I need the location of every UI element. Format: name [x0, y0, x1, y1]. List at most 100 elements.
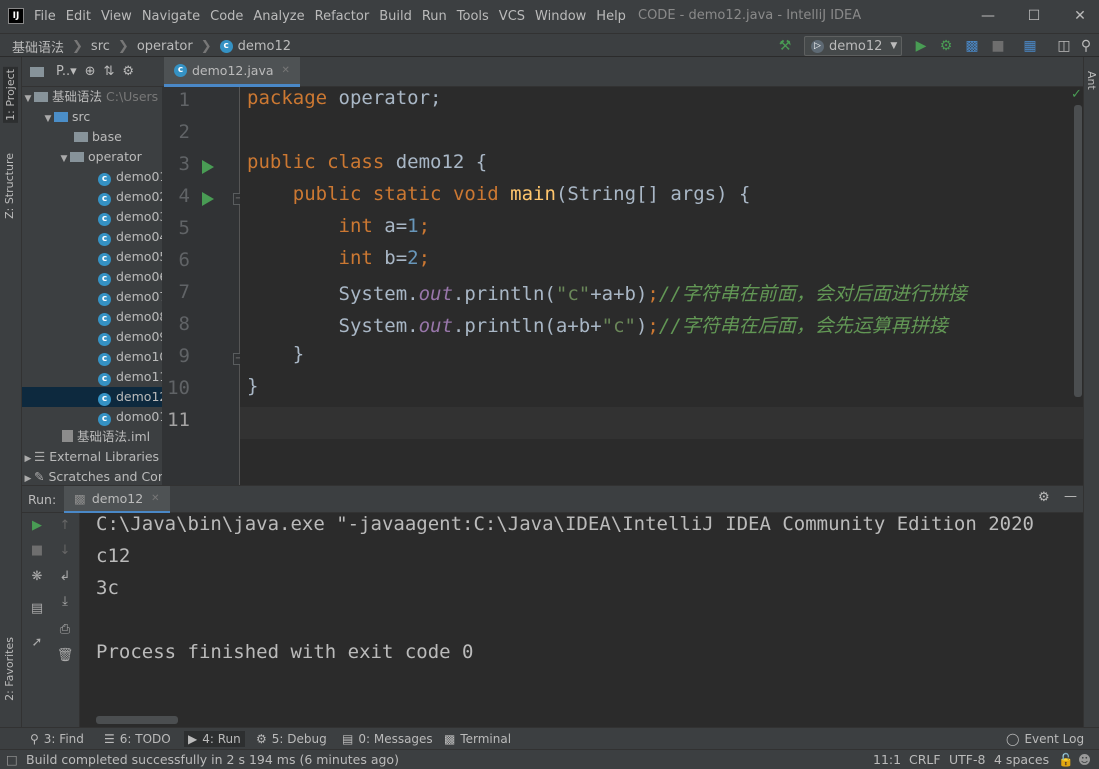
stop-icon[interactable]: ■ — [28, 542, 46, 560]
editor-tab-demo12[interactable]: c demo12.java ✕ — [164, 57, 300, 87]
find-tool-tab[interactable]: ⚲ 3: Find — [30, 731, 84, 747]
breadcrumb-operator[interactable]: operator — [137, 39, 193, 54]
pin-icon[interactable]: ➚ — [28, 634, 46, 652]
project-view-dropdown[interactable]: P..▾ — [56, 64, 77, 79]
tree-item-class-selected[interactable]: c demo12 — [22, 387, 162, 407]
breadcrumb-project[interactable]: 基础语法 — [12, 37, 64, 56]
menu-refactor[interactable]: Refactor — [315, 9, 370, 24]
minimize-button[interactable]: — — [965, 0, 1011, 33]
tree-item-operator[interactable]: ▼ operator — [22, 147, 162, 167]
caret-position[interactable]: 11:1 — [873, 752, 901, 767]
tree-item-scratches[interactable]: ▶✎Scratches and Consoles — [22, 467, 162, 485]
menu-vcs[interactable]: VCS — [499, 9, 525, 24]
tree-item-project-root[interactable]: ▼ 基础语法 C:\Users — [22, 87, 162, 107]
stop-icon[interactable]: ■ — [989, 37, 1007, 55]
print-icon[interactable]: ⎙ — [56, 621, 74, 639]
line-separator[interactable]: CRLF — [909, 752, 941, 767]
run-tab-demo12[interactable]: ▩ demo12 ✕ — [64, 486, 170, 514]
tree-item-external-libraries[interactable]: ▶ ☰ External Libraries — [22, 447, 162, 467]
status-toggle-icon[interactable]: □ — [6, 752, 18, 767]
menu-code[interactable]: Code — [210, 9, 243, 24]
run-tool-tab[interactable]: ▶ 4: Run — [184, 731, 245, 747]
menu-build[interactable]: Build — [379, 9, 412, 24]
tree-item-class[interactable]: c demo10 — [22, 347, 162, 367]
event-log-tool-tab[interactable]: ◯ Event Log — [1006, 731, 1084, 747]
tree-item-src[interactable]: ▼ src — [22, 107, 162, 127]
menu-help[interactable]: Help — [596, 9, 626, 24]
locate-icon[interactable]: ⊕ — [85, 64, 96, 79]
messages-tool-tab[interactable]: ▤ 0: Messages — [342, 731, 433, 747]
collapse-all-icon[interactable]: ⇅ — [104, 64, 115, 79]
editor-scrollbar[interactable] — [1074, 105, 1082, 397]
tree-item-class[interactable]: c demo07 — [22, 287, 162, 307]
status-message[interactable]: Build completed successfully in 2 s 194 … — [26, 752, 399, 767]
search-everywhere-icon[interactable]: ⚲ — [1077, 37, 1095, 55]
build-hammer-icon[interactable]: ⚒ — [776, 37, 794, 55]
breadcrumb-src[interactable]: src — [91, 39, 110, 54]
tree-item-class[interactable]: c demo02 — [22, 187, 162, 207]
layout-icon[interactable]: ◫ — [1055, 37, 1073, 55]
menu-tools[interactable]: Tools — [457, 9, 489, 24]
tree-item-class[interactable]: c demo08 — [22, 307, 162, 327]
project-tool-tab[interactable]: 1: Project — [3, 67, 18, 123]
menu-view[interactable]: View — [101, 9, 132, 24]
tree-item-class[interactable]: c demo03 — [22, 207, 162, 227]
coverage-icon[interactable]: ▩ — [963, 37, 981, 55]
navigation-bar: 基础语法 ❯ src ❯ operator ❯ c demo12 ⚒ ▷ dem… — [0, 33, 1099, 57]
terminal-tool-tab[interactable]: ▩ Terminal — [444, 731, 511, 747]
todo-tool-tab[interactable]: ☰ 6: TODO — [104, 731, 171, 747]
maximize-button[interactable]: ☐ — [1011, 0, 1057, 33]
clear-all-icon[interactable]: 🗑 — [56, 647, 74, 665]
scroll-up-icon[interactable]: ↑ — [56, 517, 74, 535]
run-main-gutter-icon[interactable] — [202, 192, 214, 206]
settings-gear-icon[interactable]: ⚙ — [1038, 490, 1050, 505]
indent-setting[interactable]: 4 spaces — [994, 752, 1049, 767]
lock-icon[interactable]: 🔓 — [1058, 752, 1074, 768]
rerun-icon[interactable]: ▶ — [28, 517, 46, 535]
ant-tool-tab[interactable]: Ant — [1085, 71, 1098, 90]
debug-icon[interactable]: ⚙ — [937, 37, 955, 55]
tree-item-class[interactable]: c demo06 — [22, 267, 162, 287]
scroll-to-end-icon[interactable]: ⤓ — [56, 593, 74, 611]
menu-edit[interactable]: Edit — [66, 9, 91, 24]
run-config-dropdown[interactable]: ▷ demo12 ▼ — [804, 36, 902, 56]
close-tab-icon[interactable]: ✕ — [282, 65, 290, 76]
code-editor[interactable]: package operator; public class demo12 { … — [240, 87, 1083, 485]
menu-run[interactable]: Run — [422, 9, 447, 24]
inspection-ok-icon[interactable]: ✓ — [1071, 87, 1082, 102]
menu-analyze[interactable]: Analyze — [253, 9, 304, 24]
tree-item-class[interactable]: c demo09 — [22, 327, 162, 347]
code-text: System. — [338, 315, 419, 337]
structure-tool-tab[interactable]: Z: Structure — [3, 153, 16, 219]
run-class-gutter-icon[interactable] — [202, 160, 214, 174]
tree-item-iml[interactable]: 基础语法.iml — [22, 427, 162, 447]
tree-item-class[interactable]: c demo01 — [22, 167, 162, 187]
breadcrumb-class[interactable]: demo12 — [238, 39, 291, 54]
menu-navigate[interactable]: Navigate — [142, 9, 200, 24]
debug-tool-tab[interactable]: ⚙ 5: Debug — [256, 731, 327, 747]
console-horizontal-scrollbar[interactable] — [96, 716, 178, 724]
tree-item-class[interactable]: c domo01 — [22, 407, 162, 427]
project-structure-icon[interactable]: ▦ — [1021, 37, 1039, 55]
run-icon[interactable]: ▶ — [912, 37, 930, 55]
scratches-icon: ✎ — [34, 469, 45, 484]
close-tab-icon[interactable]: ✕ — [151, 493, 159, 504]
tree-item-class[interactable]: c demo11 — [22, 367, 162, 387]
tree-item-class[interactable]: c demo05 — [22, 247, 162, 267]
settings-gear-icon[interactable]: ⚙ — [122, 64, 134, 79]
console-output[interactable]: C:\Java\bin\java.exe "-javaagent:C:\Java… — [80, 513, 1083, 727]
menu-file[interactable]: File — [34, 9, 56, 24]
debug-bug-icon[interactable]: ❋ — [28, 568, 46, 586]
soft-wrap-icon[interactable]: ↲ — [56, 568, 74, 586]
hide-panel-icon[interactable]: — — [1064, 489, 1077, 504]
menu-window[interactable]: Window — [535, 9, 586, 24]
scroll-down-icon[interactable]: ↓ — [56, 542, 74, 560]
close-window-button[interactable]: ✕ — [1057, 0, 1099, 33]
tree-item-base[interactable]: base — [22, 127, 162, 147]
tool-tab-label: Event Log — [1024, 732, 1085, 746]
inspector-icon[interactable]: ☻ — [1078, 752, 1091, 767]
favorites-tool-tab[interactable]: 2: Favorites — [3, 637, 16, 701]
tree-item-class[interactable]: c demo04 — [22, 227, 162, 247]
file-encoding[interactable]: UTF-8 — [949, 752, 985, 767]
layout-icon[interactable]: ▤ — [28, 600, 46, 618]
